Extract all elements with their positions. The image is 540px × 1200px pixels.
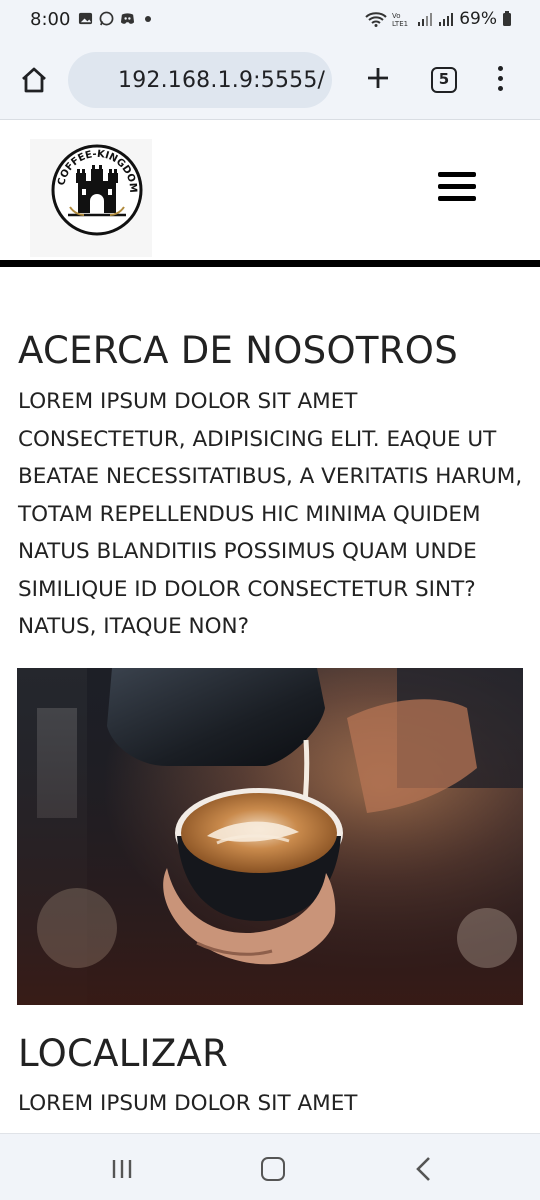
more-notifications-dot (145, 15, 151, 22)
site-header: COFFEE-KINGDOM (0, 121, 540, 260)
new-tab-button[interactable] (362, 62, 394, 98)
signal-icon-2 (439, 13, 454, 26)
coffee-kingdom-logo[interactable]: COFFEE-KINGDOM (50, 143, 144, 237)
plus-icon (368, 68, 388, 88)
about-text: LOREM IPSUM DOLOR SIT AMET CONSECTETUR, … (18, 389, 523, 639)
discord-notification-icon (120, 13, 135, 24)
nav-back-icon[interactable] (413, 1156, 435, 1182)
home-icon[interactable] (18, 64, 50, 96)
svg-text:Vo: Vo (392, 12, 401, 20)
status-right: Vo LTE1 69% (365, 9, 512, 29)
battery-percent: 69% (459, 9, 497, 29)
recent-apps-icon[interactable] (111, 1158, 133, 1180)
browser-toolbar: 192.168.1.9:5555/ 5 (0, 40, 540, 120)
nav-home-icon[interactable] (261, 1157, 285, 1181)
whatsapp-notification-icon (99, 11, 114, 26)
tabs-button[interactable]: 5 (431, 67, 457, 93)
status-bar: 8:00 Vo LTE1 69% (0, 0, 540, 40)
signal-icon (418, 13, 433, 26)
latte-art-photo (17, 668, 523, 1005)
notification-icons (78, 11, 151, 26)
svg-text:LTE1: LTE1 (392, 20, 408, 27)
system-nav-bar (0, 1133, 540, 1200)
locate-text: LOREM IPSUM DOLOR SIT AMET CONSECTETUR, … (18, 1091, 496, 1131)
wifi-icon (365, 12, 387, 27)
header-divider (0, 260, 540, 267)
volte-icon: VoLTE1 (392, 12, 408, 27)
more-vert-icon[interactable] (494, 66, 506, 94)
battery-icon (503, 11, 511, 26)
logo-container[interactable]: COFFEE-KINGDOM (30, 139, 152, 257)
hamburger-icon[interactable] (438, 172, 476, 206)
gallery-notification-icon (78, 12, 93, 25)
locate-title: LOCALIZAR (18, 1032, 229, 1075)
address-bar[interactable]: 192.168.1.9:5555/ (68, 52, 332, 108)
status-time: 8:00 (30, 9, 71, 30)
url-text[interactable]: 192.168.1.9:5555/ (118, 68, 325, 93)
about-title: ACERCA DE NOSOTROS (18, 329, 459, 372)
